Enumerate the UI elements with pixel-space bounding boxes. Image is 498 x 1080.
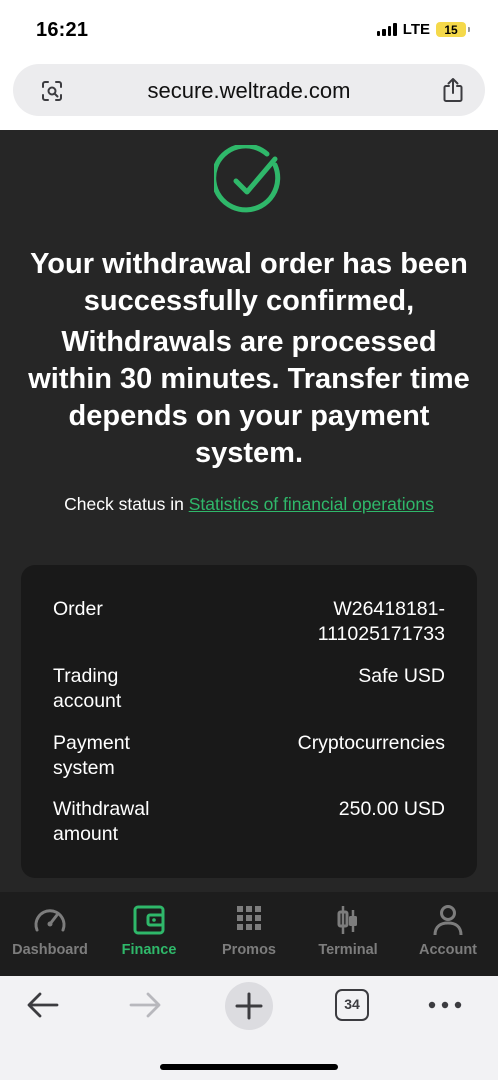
order-details-card: Order W26418181- 111025171733 Trading ac… (21, 565, 477, 878)
nav-account[interactable]: Account (398, 892, 498, 976)
withdrawal-success-page: Your withdrawal order has been successfu… (0, 130, 498, 892)
payment-system-row: Payment system Cryptocurrencies (53, 731, 445, 783)
success-headline: Your withdrawal order has been successfu… (30, 248, 468, 317)
check-circle-icon (214, 145, 281, 213)
address-bar[interactable]: secure.weltrade.com (13, 64, 485, 116)
success-message: Your withdrawal order has been successfu… (16, 246, 482, 472)
trading-account-label: Trading account (53, 665, 122, 712)
withdrawal-amount-row: Withdrawal amount 250.00 USD (53, 797, 445, 849)
status-bar: 16:21 LTE 15 (0, 0, 498, 60)
share-icon[interactable] (441, 77, 465, 103)
nav-dashboard[interactable]: Dashboard (0, 892, 100, 976)
nav-finance-label: Finance (121, 942, 177, 958)
payment-system-value: Cryptocurrencies (297, 732, 445, 754)
new-tab-button[interactable] (225, 982, 273, 1030)
browser-address-area: secure.weltrade.com (0, 60, 498, 130)
grid-icon (237, 906, 261, 930)
signal-icon (376, 23, 397, 36)
processing-note: Withdrawals are processed within 30 minu… (28, 326, 470, 469)
more-dots-icon[interactable] (428, 1001, 462, 1009)
battery-tip (468, 27, 470, 32)
nav-terminal[interactable]: Terminal (298, 892, 398, 976)
nav-promos[interactable]: Promos (199, 892, 299, 976)
app-bottom-nav: Dashboard Finance Promos Terminal Accoun… (0, 892, 498, 976)
order-label: Order (53, 598, 103, 620)
order-id-part-2: 111025171733 (317, 623, 445, 645)
trading-account-row: Trading account Safe USD (53, 664, 445, 716)
back-arrow-icon[interactable] (26, 990, 60, 1020)
plus-icon (235, 992, 263, 1020)
order-row: Order W26418181- 111025171733 (53, 597, 445, 649)
nav-account-label: Account (419, 942, 477, 958)
wallet-icon (133, 905, 165, 935)
battery-icon: 15 (436, 22, 466, 37)
browser-toolbar: 34 (0, 976, 498, 1080)
status-check-line: Check status in Statistics of financial … (0, 494, 498, 515)
user-icon (433, 905, 463, 936)
withdrawal-amount-label: Withdrawal amount (53, 798, 150, 845)
network-type: LTE (402, 21, 430, 38)
status-time: 16:21 (36, 19, 89, 41)
tabs-button[interactable]: 34 (335, 989, 369, 1021)
url-text[interactable]: secure.weltrade.com (13, 78, 485, 104)
nav-dashboard-label: Dashboard (12, 942, 88, 958)
financial-operations-link[interactable]: Statistics of financial operations (189, 494, 434, 514)
battery-level: 15 (444, 22, 458, 37)
speedometer-icon (34, 909, 66, 932)
payment-system-label: Payment system (53, 732, 130, 779)
candlestick-icon (337, 906, 357, 934)
nav-finance[interactable]: Finance (99, 892, 199, 976)
status-prefix: Check status in (64, 494, 184, 514)
order-value: W26418181- 111025171733 (245, 597, 445, 647)
status-indicators: LTE 15 (376, 21, 470, 38)
home-indicator[interactable] (160, 1064, 338, 1070)
nav-terminal-label: Terminal (318, 942, 378, 958)
nav-promos-label: Promos (222, 942, 276, 958)
forward-arrow-icon[interactable] (128, 990, 162, 1020)
trading-account-value: Safe USD (358, 665, 445, 687)
order-id-part-1: W26418181- (333, 598, 445, 620)
withdrawal-amount-value: 250.00 USD (338, 798, 445, 820)
